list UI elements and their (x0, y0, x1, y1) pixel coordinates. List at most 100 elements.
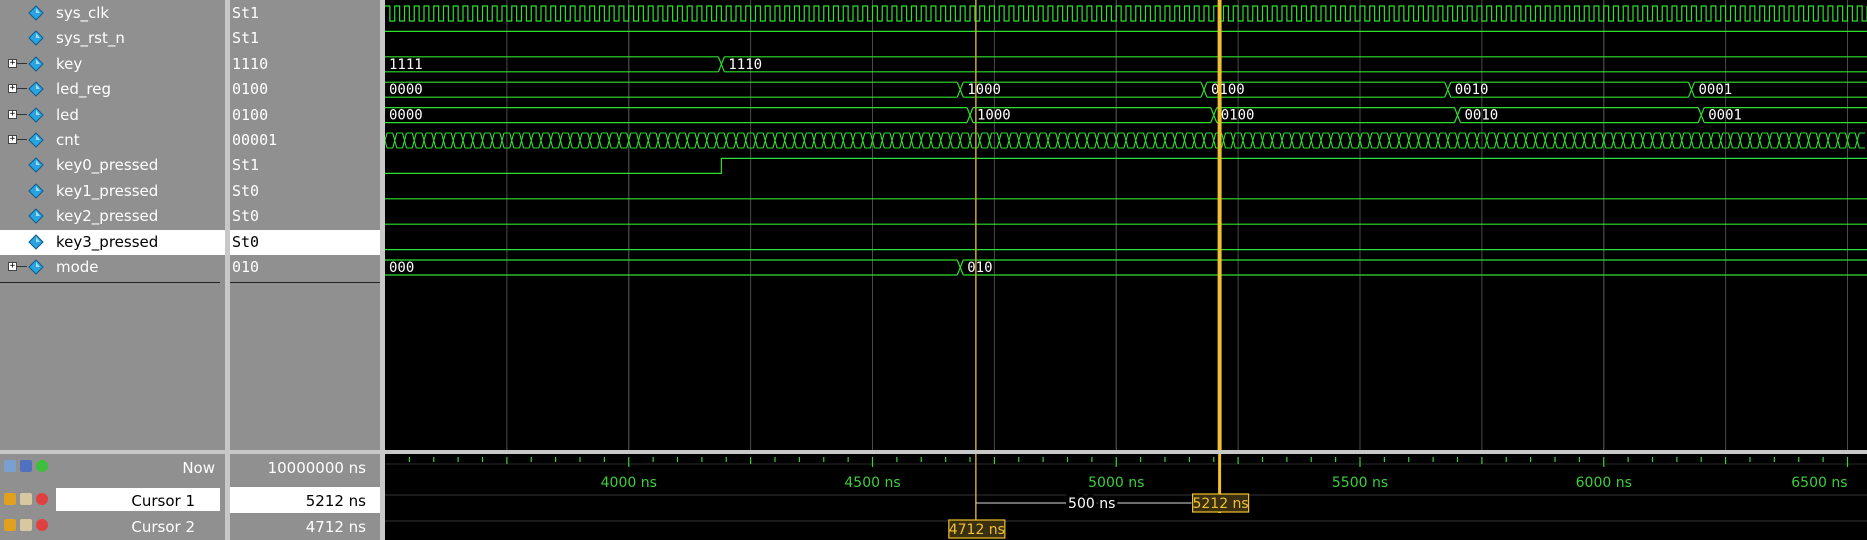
signal-value-key2_pressed[interactable]: St0 (230, 204, 380, 229)
clock-wave (385, 5, 1867, 22)
signal-row-led_reg[interactable]: + led_reg (0, 77, 225, 102)
signal-value-mode[interactable]: 010 (230, 255, 380, 280)
cursor1-value: 5212 ns (305, 492, 366, 510)
signal-value-led[interactable]: 0100 (230, 103, 380, 128)
cnt-wave (385, 132, 1865, 149)
signal-value-text: St0 (232, 232, 260, 251)
mode-row-underline (230, 282, 380, 283)
mode-wave-transition (956, 259, 964, 276)
signal-value-text: 0100 (232, 80, 269, 99)
zoom-icon[interactable] (4, 460, 16, 472)
delete-cursor-icon[interactable] (36, 519, 48, 531)
signal-row-sys_clk[interactable]: sys_clk (0, 1, 225, 26)
tree-line (17, 113, 27, 115)
cursor1-row[interactable]: Cursor 1 (0, 487, 225, 513)
pen-icon[interactable] (20, 519, 32, 531)
expand-icon[interactable]: + (8, 135, 17, 144)
signal-icon (28, 208, 44, 224)
waveform-window: sys_clk sys_rst_n + key + led_reg + led + cnt key0… (0, 0, 1867, 540)
led-wave-transition (1210, 107, 1218, 123)
signal-row-key2_pressed[interactable]: key2_pressed (0, 204, 225, 229)
signal-row-key[interactable]: + key (0, 52, 225, 77)
time-ruler-pane[interactable]: 4000 ns 4500 ns 5000 ns 5500 ns 6000 ns 6500 … (385, 454, 1867, 540)
signal-name: key3_pressed (56, 232, 159, 251)
signal-row-key1_pressed[interactable]: key1_pressed (0, 179, 225, 204)
signal-name: key2_pressed (56, 207, 159, 226)
signal-row-key0_pressed[interactable]: key0_pressed (0, 153, 225, 178)
waveform-canvas[interactable]: 1111 11100000 1000 0100 0010 00010000 1000 0100… (385, 0, 1867, 450)
signal-value-text: 00001 (232, 131, 278, 149)
ruler-label: 6000 ns (1576, 475, 1632, 491)
expand-icon[interactable]: + (8, 58, 17, 68)
signal-value-key0_pressed[interactable]: St1 (230, 153, 380, 178)
signal-name: key (56, 54, 83, 73)
led-wave-value-label: 0001 (1708, 108, 1742, 124)
time-ruler-canvas[interactable]: 4000 ns 4500 ns 5000 ns 5500 ns 6000 ns 6500 … (385, 454, 1867, 540)
signal-icon (28, 56, 44, 72)
pen-icon[interactable] (20, 493, 32, 505)
led-reg-wave-value-label: 0000 (389, 82, 423, 98)
ruler-label: 6500 ns (1791, 475, 1847, 491)
signal-value-text: 010 (232, 258, 260, 276)
expand-icon[interactable]: + (8, 109, 17, 119)
now-row: Now (0, 454, 225, 480)
mode-wave-segment (385, 259, 958, 276)
signal-name: sys_clk (56, 4, 110, 22)
expand-icon[interactable]: + (8, 84, 17, 94)
signal-value-key1_pressed[interactable]: St0 (230, 179, 380, 204)
signal-value-key3_pressed[interactable]: St0 (230, 229, 380, 255)
waveform-pane[interactable]: 1111 1110 0000 1000 0100 0010 0001 0000 1000 0100… (385, 0, 1867, 450)
cursor2-value: 4712 ns (305, 518, 366, 536)
signal-icon (28, 30, 44, 47)
signal-value-text: St1 (232, 4, 260, 22)
ruler-label: 5000 ns (1088, 475, 1144, 491)
expand-icon[interactable]: + (8, 262, 17, 271)
cursor2-label: Cursor 2 (131, 518, 195, 536)
signal-name: key1_pressed (56, 181, 159, 200)
mode-wave-value-label: 000 (389, 260, 414, 276)
cursor-value-pane: 10000000 ns 5212 ns 4712 ns (230, 454, 380, 540)
screen-icon[interactable] (20, 460, 32, 472)
signal-value-key[interactable]: 1110 (230, 52, 380, 77)
signal-icon (28, 106, 44, 123)
cursor2-row[interactable]: Cursor 2 (0, 513, 225, 539)
led-reg-wave-value-label: 0010 (1455, 82, 1489, 98)
led-reg-wave-transition (1200, 81, 1208, 98)
ruler-label: 4500 ns (844, 475, 900, 491)
signal-name: mode (56, 258, 99, 276)
signal-icon (28, 259, 44, 275)
ruler-label: 4000 ns (601, 475, 657, 491)
signal-row-sys_rst_n[interactable]: sys_rst_n (0, 26, 225, 51)
delete-cursor-icon[interactable] (36, 493, 48, 505)
signal-icon (28, 183, 44, 199)
signal-icon (28, 157, 44, 174)
signal-row-led[interactable]: + led (0, 103, 225, 128)
lock-icon[interactable] (4, 519, 16, 531)
signal-row-key3_pressed[interactable]: key3_pressed (0, 229, 225, 255)
signal-row-cnt[interactable]: + cnt (0, 128, 225, 153)
cursor-name-pane: Now Cursor 1 Cursor 2 (0, 454, 225, 540)
led-reg-wave-value-label: 0001 (1699, 82, 1733, 98)
signal-value-text: St0 (232, 207, 260, 226)
led-wave-value-label: 0000 (389, 108, 423, 124)
signal-value-text: St0 (232, 181, 260, 200)
signal-value-sys_clk[interactable]: St1 (230, 1, 380, 26)
led-reg-wave-segment (385, 81, 958, 98)
signal-value-cnt[interactable]: 00001 (230, 128, 380, 153)
cursor1-tag: 5212 ns (1192, 496, 1248, 512)
now-label: Now (182, 459, 215, 477)
signal-name: led (56, 105, 79, 124)
signal-row-mode[interactable]: + mode (0, 255, 225, 280)
mode-wave-segment (963, 259, 1867, 276)
signal-value-pane: St1 St1 1110 0100 0100 00001 St1 St0 St0 St0 010 (230, 0, 380, 450)
lock-icon[interactable] (4, 493, 16, 505)
signal-value-led_reg[interactable]: 0100 (230, 77, 380, 102)
key0-pressed-wave (385, 157, 1867, 174)
key-wave-segment (724, 56, 1867, 73)
signal-icon (28, 5, 44, 21)
led-reg-wave-transition (1444, 81, 1452, 98)
tree-line (17, 88, 27, 90)
mode-row-underline (0, 282, 220, 283)
add-cursor-icon[interactable] (36, 460, 48, 472)
signal-value-sys_rst_n[interactable]: St1 (230, 26, 380, 51)
